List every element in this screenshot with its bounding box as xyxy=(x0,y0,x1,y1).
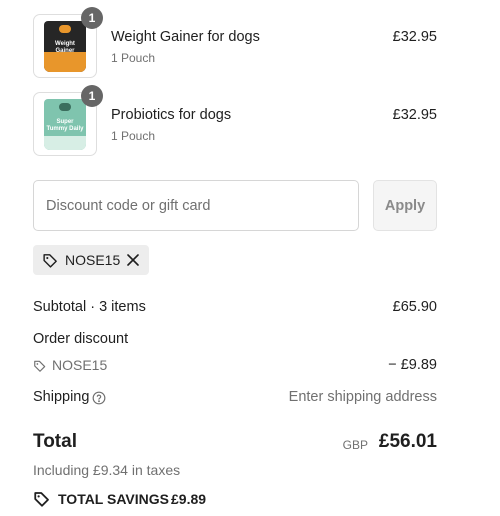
discount-value: − £9.89 xyxy=(388,357,437,373)
shipping-value: Enter shipping address xyxy=(288,389,437,405)
currency-code: GBP xyxy=(342,438,368,452)
help-circle-icon[interactable] xyxy=(92,391,106,410)
product-price: £32.95 xyxy=(392,29,437,45)
taxes-note: Including £9.34 in taxes xyxy=(33,462,181,478)
savings-label: TOTAL SAVINGS xyxy=(58,491,169,507)
applied-discount-chip: NOSE15 xyxy=(33,245,149,275)
product-price: £32.95 xyxy=(392,107,437,123)
product-name: Probiotics for dogs xyxy=(111,107,232,123)
quantity-badge: 1 xyxy=(81,85,103,107)
pack-text: Super Tummy Daily xyxy=(46,119,84,132)
shipping-label: Shipping xyxy=(33,389,90,405)
tag-icon xyxy=(33,490,51,513)
apply-button[interactable]: Apply xyxy=(373,180,437,231)
line-item-probiotics: Super Tummy Daily 1 Probiotics for dogs … xyxy=(33,85,437,156)
product-name: Weight Gainer for dogs xyxy=(111,29,260,45)
applied-code-label: NOSE15 xyxy=(65,252,121,268)
total-label: Total xyxy=(33,431,77,452)
product-image: Super Tummy Daily xyxy=(44,99,86,150)
line-item-weight-gainer: Weight Gainer 1 Weight Gainer for dogs 1… xyxy=(33,7,437,78)
discount-code-name: NOSE15 xyxy=(52,357,108,373)
close-icon[interactable] xyxy=(126,253,140,267)
total-amount: £56.01 xyxy=(378,431,437,452)
discount-code-input[interactable] xyxy=(33,180,359,231)
tag-icon xyxy=(33,359,47,378)
tag-icon xyxy=(42,252,59,274)
quantity-badge: 1 xyxy=(81,7,103,29)
order-discount-label: Order discount xyxy=(33,331,129,347)
product-variant: 1 Pouch xyxy=(111,51,156,65)
product-image: Weight Gainer xyxy=(44,21,86,72)
savings-amount: £9.89 xyxy=(171,491,207,507)
product-variant: 1 Pouch xyxy=(111,129,156,143)
subtotal-label: Subtotal · 3 items xyxy=(33,299,146,315)
subtotal-value: £65.90 xyxy=(392,299,437,315)
